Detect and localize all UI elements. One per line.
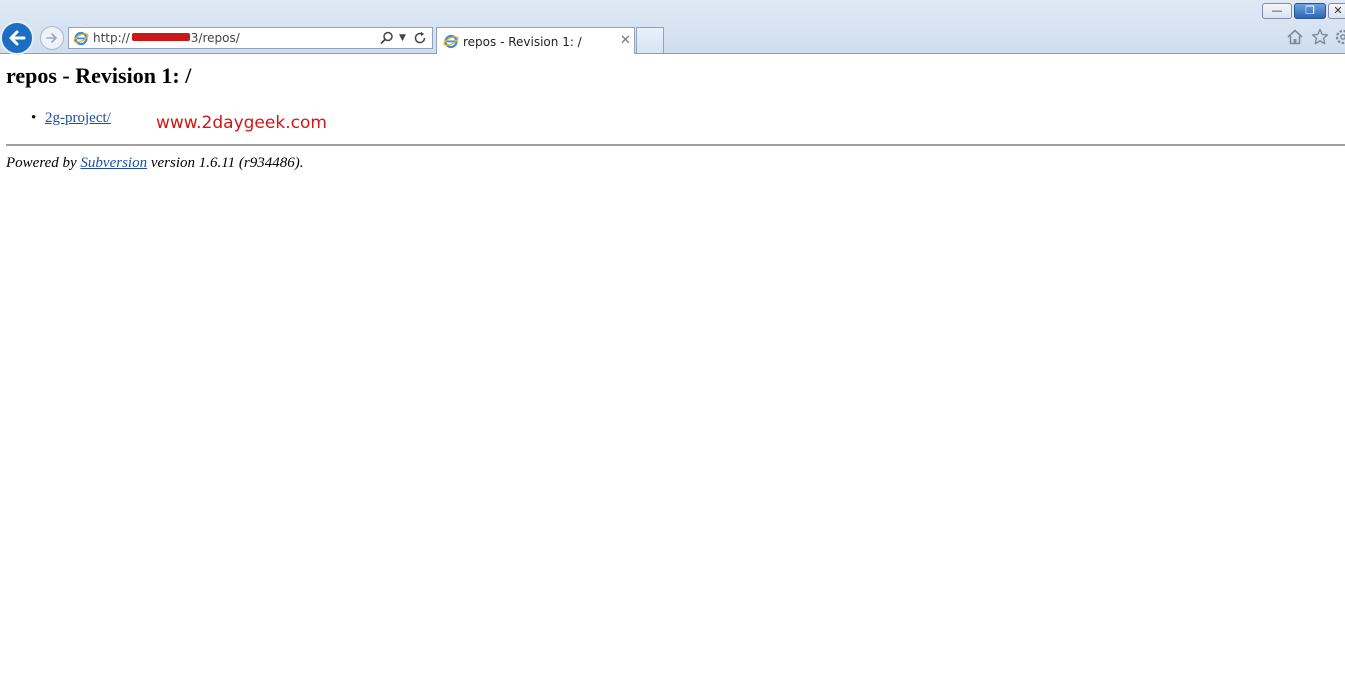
subversion-link[interactable]: Subversion (80, 155, 147, 171)
footer: Powered by Subversion version 1.6.11 (r9… (6, 153, 303, 173)
dropdown-icon[interactable]: ▼ (399, 32, 406, 44)
repository-list: • 2g-project/ (0, 108, 111, 128)
back-arrow-icon (9, 30, 26, 46)
ie-logo-icon (73, 31, 89, 46)
restore-icon: ❐ (1305, 4, 1315, 17)
tab-close-icon[interactable]: ✕ (620, 33, 631, 49)
favorites-star-icon[interactable] (1311, 28, 1329, 46)
minimize-icon: — (1271, 4, 1283, 17)
address-bar[interactable]: http:// 3/repos/ ▼ (68, 27, 433, 49)
repo-link-2g-project[interactable]: 2g-project/ (45, 110, 111, 126)
forward-button[interactable] (40, 26, 64, 50)
close-window-button[interactable]: ✕ (1328, 3, 1345, 19)
list-bullet: • (31, 110, 37, 126)
ie-logo-icon (443, 34, 459, 49)
footer-prefix: Powered by (6, 155, 81, 171)
back-button[interactable] (0, 21, 34, 55)
restore-button[interactable]: ❐ (1294, 3, 1326, 19)
refresh-icon[interactable] (413, 31, 427, 45)
divider (6, 144, 1345, 146)
watermark-text: www.2daygeek.com (156, 113, 327, 133)
footer-suffix: version 1.6.11 (r934486). (147, 155, 304, 171)
page-title: repos - Revision 1: / (6, 63, 192, 88)
search-icon[interactable] (380, 31, 394, 45)
redaction-mark (132, 33, 190, 41)
new-tab-button[interactable] (636, 27, 664, 53)
minimize-button[interactable]: — (1262, 3, 1292, 19)
home-icon[interactable] (1286, 28, 1304, 46)
browser-chrome: — ❐ ✕ http:// 3/repos/ ▼ repos - Revisio… (0, 0, 1345, 55)
close-icon: ✕ (1333, 4, 1343, 17)
forward-arrow-icon (46, 33, 57, 43)
list-item: • 2g-project/ (0, 108, 111, 128)
page-content: repos - Revision 1: / • 2g-project/ www.… (0, 54, 1345, 684)
tools-gear-icon[interactable] (1334, 28, 1345, 46)
tab-repos[interactable]: repos - Revision 1: / ✕ (436, 27, 635, 54)
tab-title: repos - Revision 1: / (463, 35, 582, 49)
